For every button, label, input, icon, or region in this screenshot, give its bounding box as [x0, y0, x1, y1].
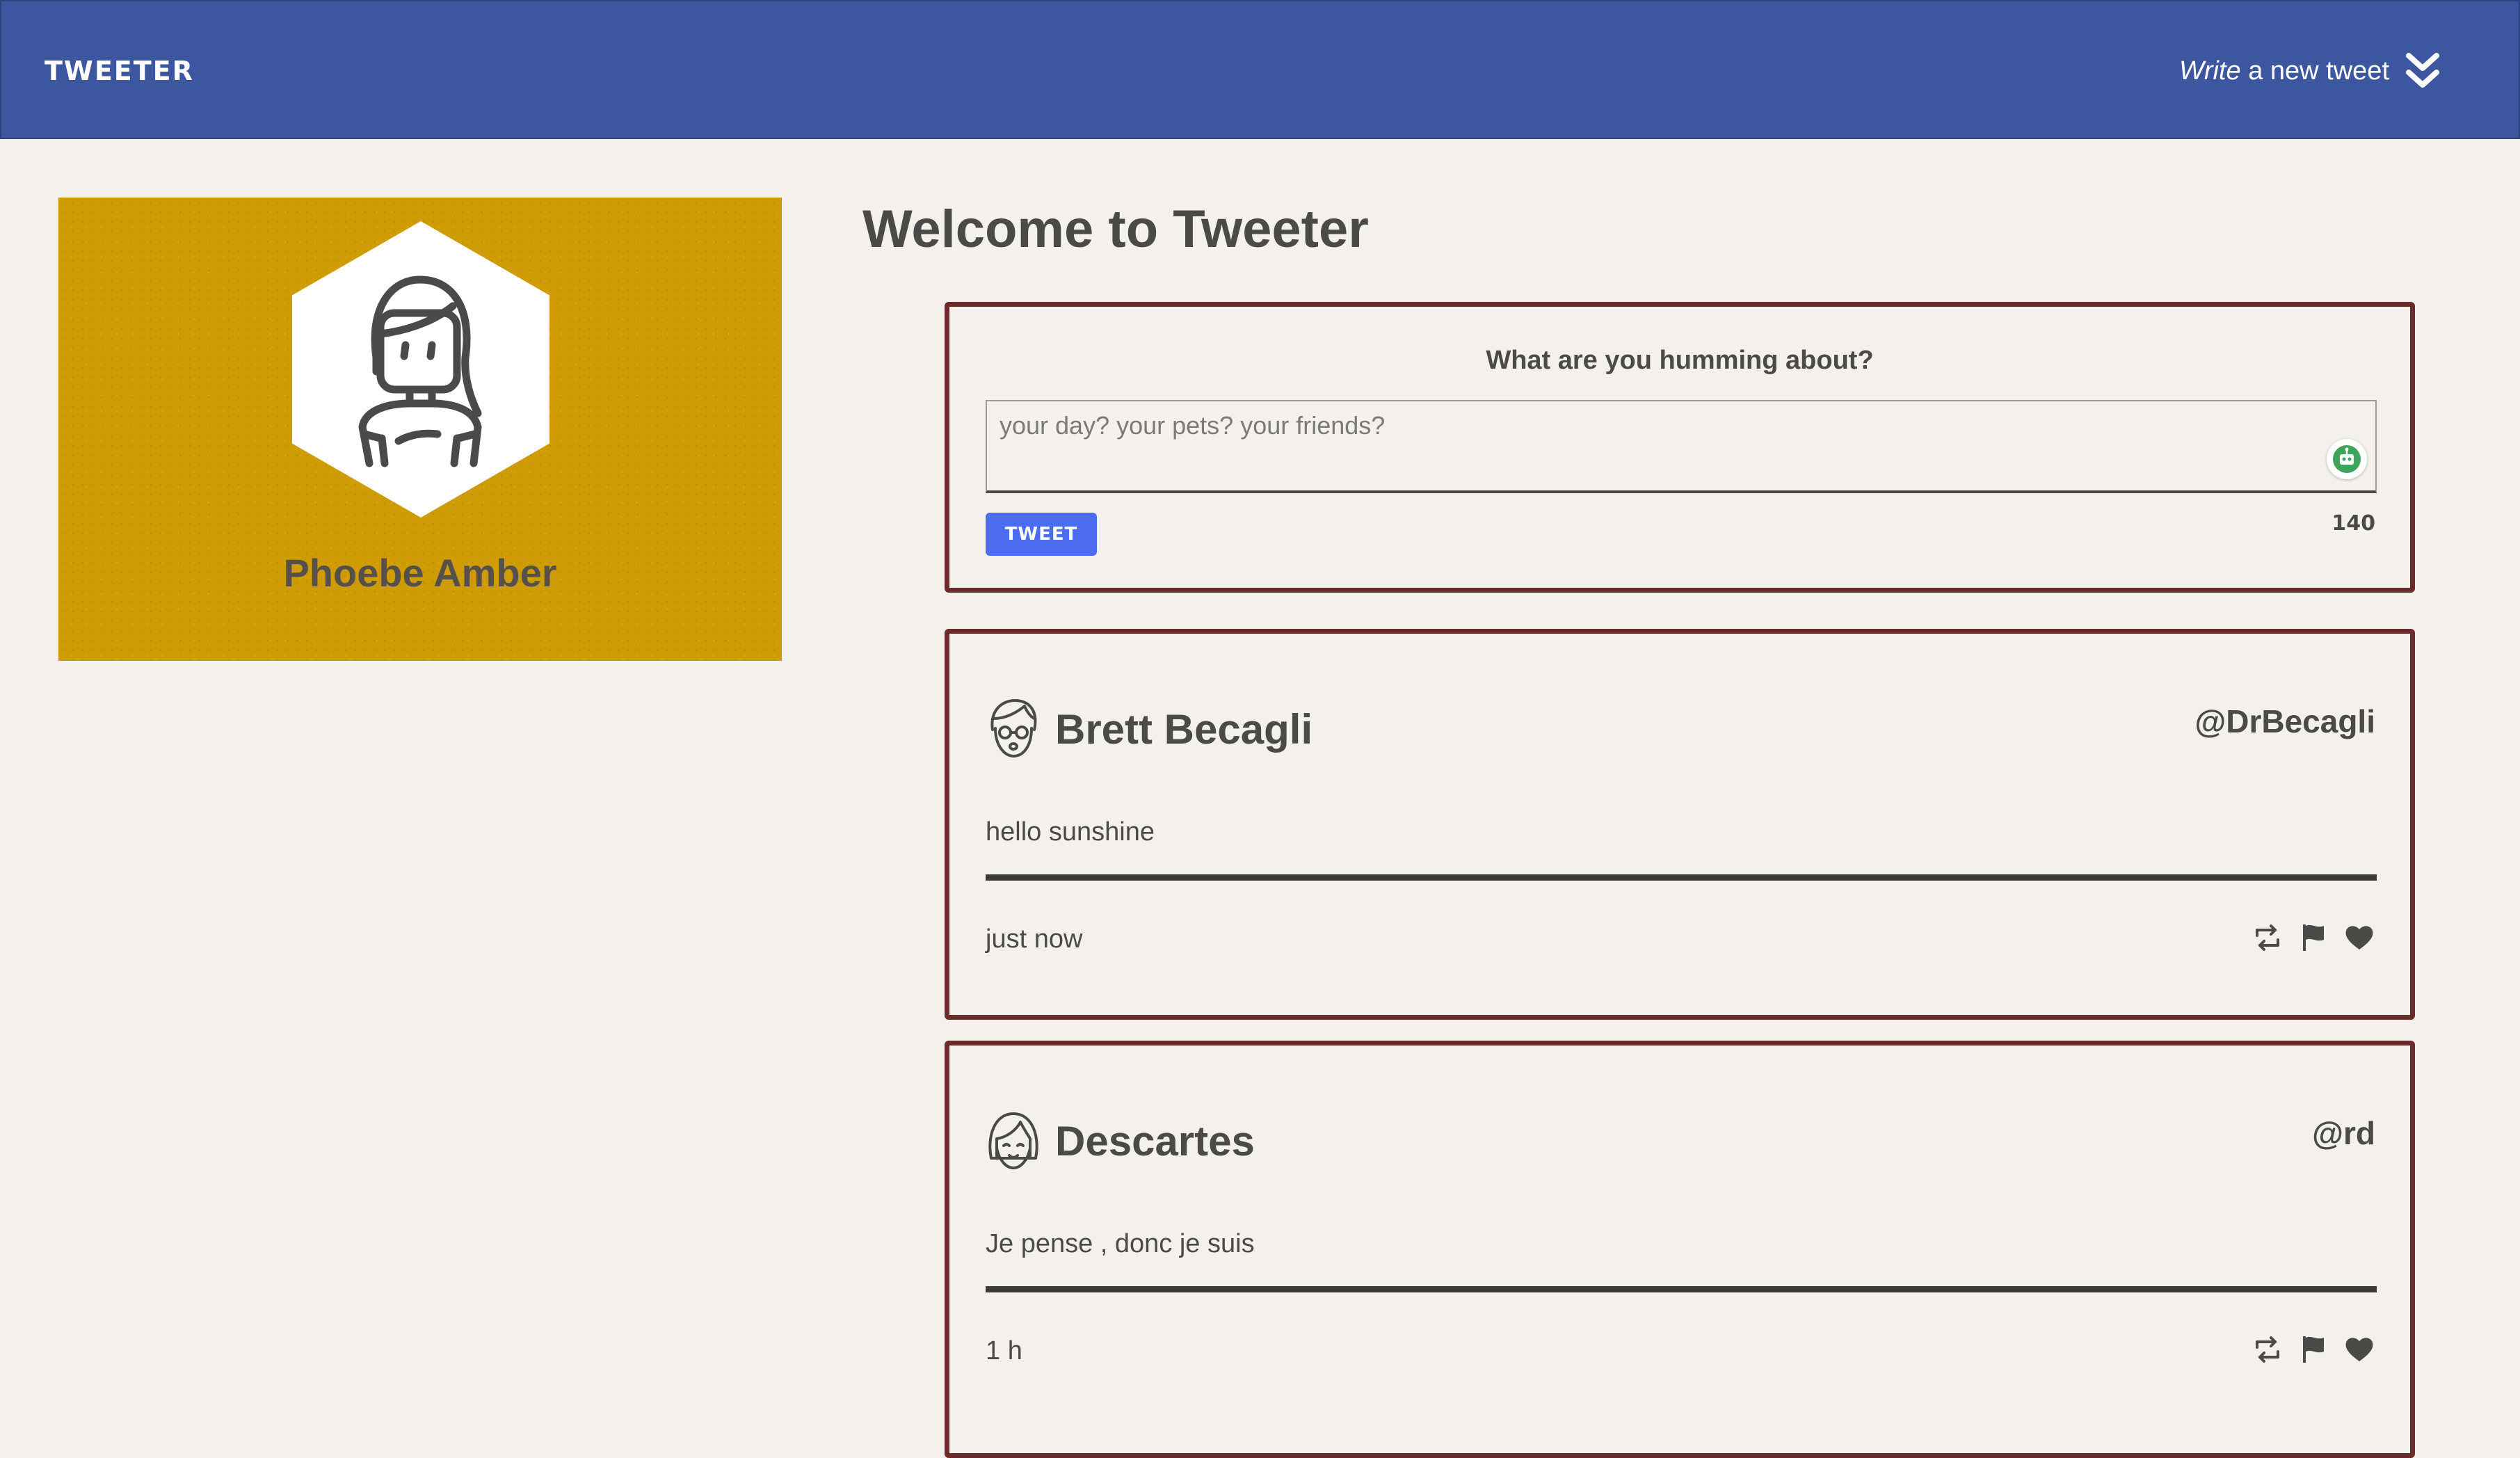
write-rest: a new tweet: [2240, 56, 2389, 86]
bob-hair-avatar-icon: [988, 1112, 1038, 1169]
tweet-timestamp: just now: [986, 924, 1083, 954]
character-counter: 140: [2332, 511, 2375, 536]
tweet-actions: [2252, 1333, 2375, 1365]
writing-assistant-icon[interactable]: [2327, 439, 2367, 479]
write-new-tweet-label: Write a new tweet: [2179, 46, 2389, 96]
tweet-text-input[interactable]: [986, 400, 2377, 493]
brand-logo[interactable]: TWEETER: [45, 51, 194, 90]
profile-name: Phoebe Amber: [283, 551, 557, 595]
profile-card: Phoebe Amber: [58, 198, 782, 661]
tweet-body: Je pense , donc je suis: [986, 1229, 1255, 1258]
man-glasses-avatar-icon: [990, 699, 1037, 758]
tweet-body: hello sunshine: [986, 817, 1155, 847]
double-chevron-down-icon[interactable]: [2405, 50, 2441, 92]
tweet-divider: [986, 1286, 2377, 1292]
tweet-actions: [2252, 922, 2375, 954]
retweet-icon[interactable]: [2252, 922, 2284, 954]
heart-icon[interactable]: [2343, 922, 2375, 954]
composer-label: What are you humming about?: [1486, 346, 1874, 375]
retweet-icon[interactable]: [2252, 1333, 2284, 1365]
tweet-author-handle[interactable]: @DrBecagli: [2194, 700, 2375, 742]
tweet-card: Brett Becagli @DrBecagli hello sunshine …: [945, 629, 2415, 1020]
flag-icon[interactable]: [2297, 1333, 2329, 1365]
tweet-author-name: Descartes: [1055, 1118, 1255, 1164]
tweet-author-handle[interactable]: @rd: [2312, 1112, 2375, 1154]
new-tweet-composer: What are you humming about? TWEET 140: [945, 302, 2415, 593]
write-emphasis: Write: [2179, 56, 2241, 86]
heart-icon[interactable]: [2343, 1333, 2375, 1365]
woman-avatar-icon: [358, 275, 482, 467]
tweet-divider: [986, 874, 2377, 881]
top-nav: TWEETER Write a new tweet: [0, 0, 2520, 139]
flag-icon[interactable]: [2297, 922, 2329, 954]
tweet-submit-button[interactable]: TWEET: [986, 513, 1097, 556]
tweet-timestamp: 1 h: [986, 1336, 1022, 1365]
page-title: Welcome to Tweeter: [862, 200, 1369, 259]
tweet-author-name: Brett Becagli: [1055, 706, 1313, 753]
write-new-tweet-toggle[interactable]: Write a new tweet: [2179, 46, 2441, 96]
tweet-card: Descartes @rd Je pense , donc je suis 1 …: [945, 1041, 2415, 1458]
